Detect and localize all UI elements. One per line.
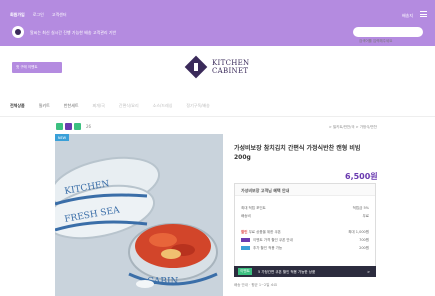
product-photo: KITCHEN FRESH SEA CABIN — [55, 134, 223, 296]
brand-area: 첫 구매 이벤트 KITCHEN CABINET — [0, 46, 435, 98]
badge-green-icon — [56, 123, 63, 130]
discount-tag: 할인 — [241, 230, 248, 234]
promo-button[interactable]: 첫 구매 이벤트 — [12, 62, 62, 73]
badge-green2-icon — [74, 123, 81, 130]
product-badges: 26 — [56, 123, 91, 130]
top-bar: 회원가입 로그인 고객센터 배송지 알씨는 최신 실시간 진행 가능한 배송 고… — [0, 0, 435, 46]
benefit-row-value: 700원 — [359, 238, 369, 242]
top-links: 회원가입 로그인 고객센터 — [10, 12, 67, 18]
notice-text: 알씨는 최신 실시간 진행 가능한 배송 고객관리 기반 — [30, 30, 116, 36]
nav-divider — [0, 116, 435, 117]
nav-item-instant[interactable]: 간편식/요리 — [119, 103, 139, 109]
benefit-row-label: 할인 무료 상품을 위한 쿠폰 — [241, 230, 281, 235]
notice-main: 알씨는 최신 실시간 진행 가능한 배송 — [30, 30, 92, 35]
nav-item-subscription[interactable]: 정기구독/배송 — [186, 103, 209, 109]
benefit-row-value: 적립금 5% — [352, 206, 369, 210]
benefit-row-value: 무료 — [362, 214, 369, 218]
event-banner[interactable]: 이벤트 5 가정간편 쿠폰 할인 적용 가능한 상품 > — [234, 266, 376, 277]
nav-item-soup[interactable]: 찌개/국 — [93, 103, 105, 109]
nav-item-all[interactable]: 전체상품 — [10, 103, 25, 109]
nav-item-sidedish[interactable]: 반찬세트 — [64, 103, 79, 109]
coupon-pill-icon — [241, 238, 250, 242]
badge-purple-icon — [65, 123, 72, 130]
profile-icon[interactable] — [12, 26, 24, 38]
product-image[interactable]: KITCHEN FRESH SEA CABIN NEW — [55, 134, 223, 296]
new-tag: NEW — [55, 134, 69, 141]
chevron-right-icon: > — [367, 270, 370, 274]
product-title: 가성비보장 참치김치 간편식 가정식반찬 캔형 비빔 200g — [234, 145, 361, 161]
search-input[interactable] — [353, 36, 423, 46]
logo-text: KITCHEN CABINET — [212, 59, 249, 75]
breadcrumb[interactable]: > 밀키트/반찬/국 > 가정식/반찬 — [329, 125, 377, 130]
benefit-row-value: 최대 1,000원 — [348, 230, 369, 234]
logo-line1: KITCHEN — [212, 59, 250, 67]
logo-mark-icon — [184, 55, 208, 79]
benefit-header: 가성비보장 고객님 혜택 안내 — [235, 184, 375, 196]
benefit-row-text: 무료 상품을 위한 쿠폰 — [248, 230, 281, 234]
notice-sub: 고객관리 기반 — [92, 30, 117, 35]
benefit-row-label: 최대 적립 포인트 — [241, 206, 266, 210]
logo-line2: CABINET — [212, 67, 249, 75]
coupon-pill2-icon — [241, 246, 250, 250]
menu-icon[interactable] — [420, 11, 427, 17]
badge-count: 26 — [86, 124, 92, 129]
login-link[interactable]: 로그인 — [33, 12, 44, 18]
event-label: 이벤트 — [238, 268, 252, 275]
benefit-row-label: 추가 할인 적용 가능 — [253, 246, 283, 250]
benefit-box: 가성비보장 고객님 혜택 안내 최대 적립 포인트 적립금 5% 배송비 무료 … — [234, 183, 376, 267]
category-nav: 전체상품 밀키트 반찬세트 찌개/국 간편식/요리 소스/드레싱 정기구독/배송 — [10, 103, 210, 109]
benefit-row-value: 200원 — [359, 246, 369, 250]
signup-link[interactable]: 회원가입 — [10, 12, 25, 18]
product-price: 6,500원 — [345, 172, 378, 181]
nav-item-sauce[interactable]: 소스/드레싱 — [153, 103, 173, 109]
nav-item-mealkit[interactable]: 밀키트 — [39, 103, 50, 109]
delivery-link[interactable]: 배송지 — [402, 13, 413, 19]
search-box[interactable] — [353, 27, 423, 46]
customer-center-link[interactable]: 고객센터 — [52, 12, 67, 18]
benefit-row-label: 배송비 — [241, 214, 251, 218]
brand-logo[interactable]: KITCHEN CABINET — [184, 55, 249, 79]
benefit-row-label: 이벤트 가격 할인 쿠폰 안내 — [253, 238, 293, 242]
event-text: 5 가정간편 쿠폰 할인 적용 가능한 상품 — [258, 270, 316, 274]
shipping-note: 배송 안내 · 평균 1~2일 소요 — [234, 283, 278, 287]
